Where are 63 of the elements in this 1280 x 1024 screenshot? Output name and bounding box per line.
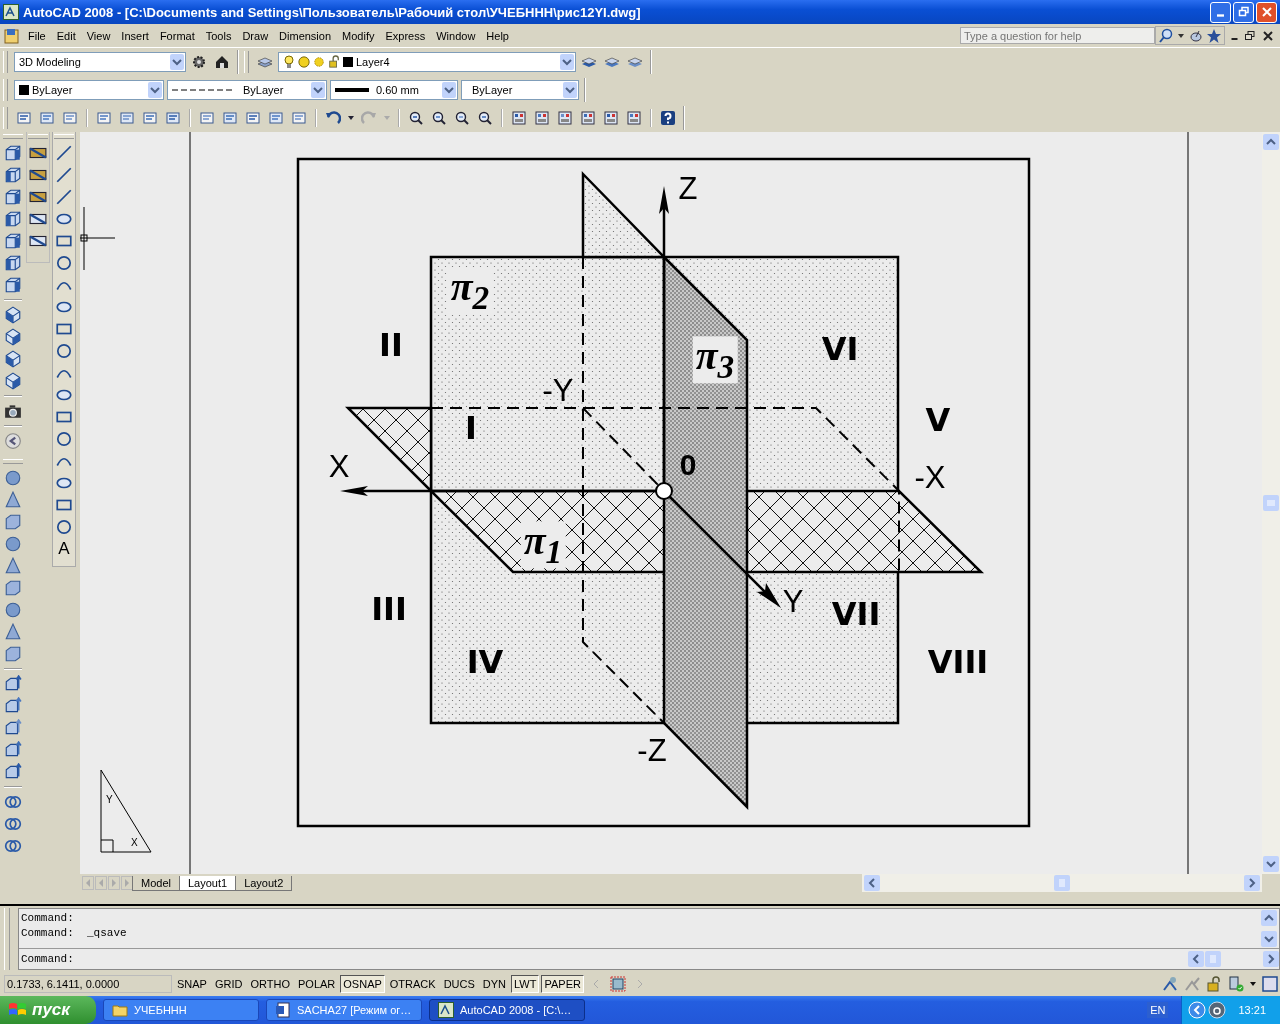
plot-style-dropdown[interactable]: ByLayer — [461, 80, 579, 100]
plane-label: π$_{3}$ — [692, 336, 738, 384]
octant-label: III — [371, 593, 407, 625]
linetype-dropdown[interactable]: ByLayer — [167, 80, 327, 100]
taskbar-button[interactable]: AutoCAD 2008 - [C:\… — [429, 999, 585, 1021]
status-toggle[interactable]: DUCS — [440, 975, 478, 993]
status-toggle[interactable]: DYN — [479, 975, 510, 993]
plane-label: π$_{1}$ — [520, 521, 566, 569]
menu-item[interactable]: View — [81, 29, 117, 42]
menu-item[interactable]: Edit — [51, 29, 82, 42]
octant-label: VIII — [927, 646, 989, 678]
axis-label: Y — [782, 585, 804, 617]
status-toggle[interactable]: PAPER — [541, 975, 584, 993]
menu-item[interactable]: Format — [154, 29, 201, 42]
status-toggle[interactable]: OSNAP — [340, 975, 385, 993]
menu-item[interactable]: Modify — [337, 29, 381, 42]
axis-label: -Y — [542, 374, 574, 406]
clock: 13:21 — [1238, 1004, 1266, 1016]
axis-label: Z — [678, 172, 698, 204]
menu-item[interactable]: File — [23, 29, 52, 42]
color-dropdown[interactable]: ByLayer — [14, 80, 164, 100]
layout-tab[interactable]: Layout1 — [178, 875, 237, 891]
layout-tab[interactable]: Layout2 — [235, 875, 293, 891]
menu-item[interactable]: Draw — [237, 29, 275, 42]
status-toggle[interactable]: GRID — [211, 975, 246, 993]
status-toggle[interactable]: LWT — [511, 975, 540, 993]
ucs-axis-label: Y — [106, 795, 113, 805]
axis-label: -Z — [637, 734, 667, 766]
taskbar-button[interactable]: SACHA27 [Режим ог… — [266, 999, 422, 1021]
command-history-line: Command: — [21, 911, 75, 926]
origin-label: 0 — [679, 450, 697, 480]
workspace-dropdown[interactable]: 3D Modeling — [14, 52, 186, 72]
layout-tab[interactable]: Model — [132, 875, 180, 891]
axis-label: -X — [914, 461, 946, 493]
help-search-field[interactable]: Type a question for help — [960, 27, 1155, 44]
lineweight-dropdown[interactable]: 0.60 mm — [330, 80, 458, 100]
octant-label: IV — [466, 646, 504, 678]
command-prompt[interactable]: Command: — [21, 951, 74, 967]
layer-dropdown[interactable]: Layer4 — [278, 52, 576, 72]
coordinates-readout: 0.1733, 6.1411, 0.0000 — [4, 975, 172, 993]
menu-item[interactable]: Window — [431, 29, 482, 42]
status-toggle[interactable]: POLAR — [295, 975, 339, 993]
octant-label: II — [379, 329, 403, 361]
plane-label: π$_{2}$ — [447, 267, 493, 315]
status-toggle[interactable]: SNAP — [174, 975, 210, 993]
octant-label: VII — [831, 598, 881, 630]
status-toggle[interactable]: ORTHO — [247, 975, 293, 993]
menu-item[interactable]: Tools — [200, 29, 238, 42]
menu-item[interactable]: Help — [481, 29, 515, 42]
multiline-text-button[interactable]: A — [55, 539, 73, 559]
menu-item[interactable]: Insert — [116, 29, 155, 42]
menu-item[interactable]: Express — [380, 29, 432, 42]
taskbar-button[interactable]: УЧЕБННН — [103, 999, 259, 1021]
axis-label: X — [328, 450, 350, 482]
octant-label: I — [465, 412, 477, 444]
language-indicator[interactable]: EN — [1147, 1002, 1169, 1018]
octant-label: V — [925, 404, 951, 436]
menu-item[interactable]: Dimension — [274, 29, 338, 42]
window-title: AutoCAD 2008 - [C:\Documents and Settings\Пользователь\Рабочий стол\УЧЕБННН\рис12YI.dwg] — [23, 4, 641, 20]
ucs-axis-label: X — [131, 838, 138, 848]
status-toggle[interactable]: OTRACK — [386, 975, 439, 993]
octant-label: VI — [821, 333, 859, 365]
command-history-line: Command: _qsave — [21, 926, 128, 941]
